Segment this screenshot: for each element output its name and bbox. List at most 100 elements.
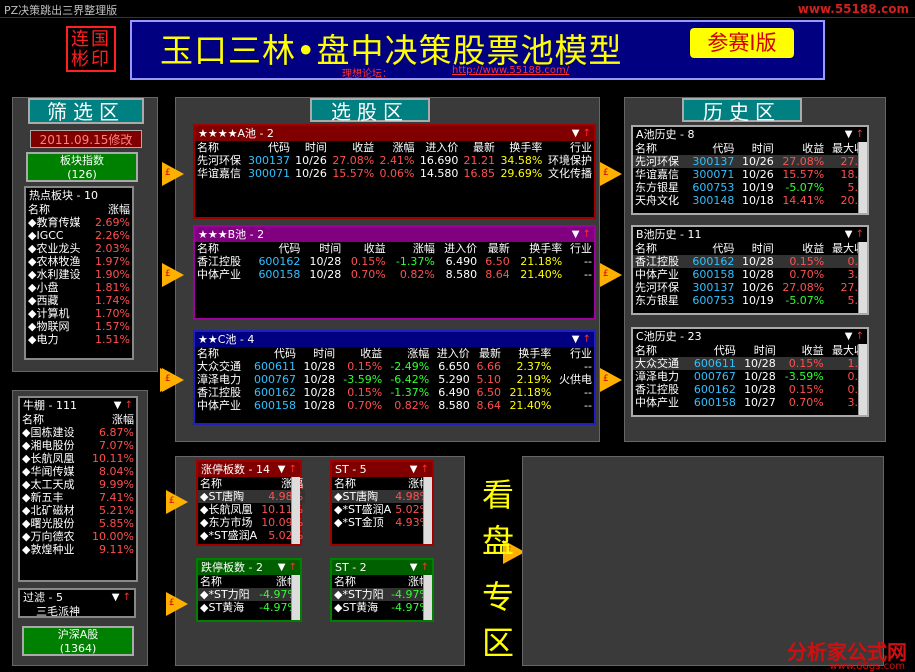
table-row[interactable]: ◆*ST力阳 -4.97% — [198, 588, 300, 601]
table-row[interactable]: 漳泽电力 000767 10/28 -3.59% 0.6 — [633, 370, 867, 383]
window-controls[interactable]: ▼ ↑ — [114, 398, 133, 413]
scrollbar[interactable] — [423, 477, 432, 544]
list-item[interactable]: ◆曙光股份 5.85% — [20, 517, 136, 530]
window-controls[interactable]: ▼ ↑ — [410, 560, 429, 575]
list-item[interactable]: ◆计算机 1.70% — [26, 307, 132, 320]
table-row[interactable]: 中体产业 600158 10/28 0.70% 0.82% 8.580 8.64 21.40%… — [195, 268, 594, 281]
list-item[interactable]: ◆长航凤凰 10.11% — [20, 452, 136, 465]
table-row[interactable]: 先河环保 300137 10/26 27.08% 2.41% 16.690 21.21 34.… — [195, 154, 594, 167]
list-item[interactable]: ◆教育传媒 2.69% — [26, 216, 132, 229]
table-row[interactable]: 大众交通 600611 10/28 0.15% -2.49% 6.650 6.66 2.37%… — [195, 360, 594, 373]
scrollbar[interactable] — [291, 575, 300, 620]
scrollbar[interactable] — [858, 142, 867, 213]
window-controls[interactable]: ▼ ↑ — [572, 126, 591, 141]
list-item[interactable]: ◆电力 1.51% — [26, 333, 132, 346]
cell: ◆*ST力阳 — [200, 588, 250, 601]
cell: 14.41% — [782, 194, 825, 207]
window-controls[interactable]: ▼ ↑ — [845, 329, 864, 344]
mini-header: ST - 2 ▼ ↑ — [332, 560, 432, 575]
window-controls[interactable]: ▼ ↑ — [410, 462, 429, 477]
table-row[interactable]: 中体产业 600158 10/28 0.70% 3.3 — [633, 268, 867, 281]
list-item[interactable]: ◆西藏 1.74% — [26, 294, 132, 307]
block-index-button[interactable]: 板块指数 (126) — [26, 152, 138, 182]
table-row[interactable]: 大众交通 600611 10/28 0.15% 1.5 — [633, 357, 867, 370]
cell: 先河环保 — [635, 281, 679, 294]
window-controls[interactable]: ▼ ↑ — [572, 227, 591, 242]
hs-a-share-button[interactable]: 沪深A股 (1364) — [22, 626, 134, 656]
scrollbar[interactable] — [291, 477, 300, 544]
window-controls[interactable]: ▼ ↑ — [112, 590, 131, 605]
filter-value[interactable]: 三毛派神 — [20, 605, 134, 618]
mini-window: ST - 5 ▼ ↑ 名称 涨幅 ◆ST唐陶 4.98% ◆*ST盛润A 5.02% ◆*ST金… — [330, 460, 434, 546]
table-row[interactable]: ◆ST黄海 -4.97% — [332, 601, 432, 614]
table-row[interactable]: ◆ST黄海 -4.97% — [198, 601, 300, 614]
list-item[interactable]: ◆敦煌种业 9.11% — [20, 543, 136, 556]
header-banner: 玉口三林•盘中决策股票池模型 参赛I版 理想论坛： http://www.551… — [130, 20, 825, 80]
table-row[interactable]: 华谊嘉信 300071 10/26 15.57% 18.4 — [633, 168, 867, 181]
table-row[interactable]: 香江控股 600162 10/28 0.15% -1.37% 6.490 6.50 21.18… — [195, 255, 594, 268]
col-change: 涨幅 — [112, 413, 134, 426]
cell: 600158 — [693, 396, 736, 409]
table-row[interactable]: ◆ST唐陶 4.98% — [198, 490, 306, 503]
list-item[interactable]: ◆北矿磁材 5.21% — [20, 504, 136, 517]
list-item[interactable]: ◆太工天成 9.99% — [20, 478, 136, 491]
list-item[interactable]: ◆新五丰 7.41% — [20, 491, 136, 504]
cell: 先河环保 — [197, 154, 241, 167]
table-row[interactable]: ◆长航凤凰 10.11% — [198, 503, 305, 516]
list-item[interactable]: ◆农林牧渔 1.97% — [26, 255, 132, 268]
window-controls[interactable]: ▼ ↑ — [572, 332, 591, 347]
scrollbar[interactable] — [858, 344, 867, 415]
list-item[interactable]: ◆水利建设 1.90% — [26, 268, 132, 281]
table-row[interactable]: 香江控股 600162 10/28 0.15% 0.6 — [633, 383, 867, 396]
filter-title: 过滤 - 5 — [23, 591, 63, 604]
window-controls[interactable]: ▼ ↑ — [845, 227, 864, 242]
cell: 6.66 — [476, 360, 502, 373]
table-row[interactable]: 东方银星 600753 10/19 -5.07% 5.1 — [633, 294, 867, 307]
scrollbar[interactable] — [858, 242, 867, 313]
table-row[interactable]: 中体产业 600158 10/27 0.70% 3.1 — [633, 396, 867, 409]
list-item[interactable]: ◆国栋建设 6.87% — [20, 426, 136, 439]
table-row[interactable]: 先河环保 300137 10/26 27.08% 27.3 — [633, 281, 867, 294]
table-row[interactable]: ◆*ST金顶 4.93% — [332, 516, 432, 529]
stock-name: ◆教育传媒 — [28, 216, 81, 229]
table-row[interactable]: 漳泽电力 000767 10/28 -3.59% -6.42% 5.290 5.10 2.19… — [195, 373, 594, 386]
cell: 16.85 — [463, 167, 495, 180]
cell: 0.70% — [350, 268, 386, 281]
pool-header: ★★★B池 - 2 ▼ ↑ — [195, 227, 594, 242]
table-row[interactable]: ◆ST唐陶 4.98% — [332, 490, 433, 503]
watch-panel — [522, 456, 884, 666]
table-row[interactable]: 香江控股 600162 10/28 0.15% 0.6 — [633, 255, 867, 268]
cell: -1.37% — [390, 386, 430, 399]
table-row[interactable]: ◆*ST盛润A 5.02% — [332, 503, 432, 516]
window-controls[interactable]: ▼ ↑ — [278, 462, 297, 477]
table-row[interactable]: ◆*ST盛润A 5.02% — [198, 529, 305, 542]
list-item[interactable]: ◆农业龙头 2.03% — [26, 242, 132, 255]
table-row[interactable]: 香江控股 600162 10/28 0.15% -1.37% 6.490 6.50 21.18… — [195, 386, 594, 399]
stock-name: ◆小盘 — [28, 281, 59, 294]
forum-link[interactable]: http://www.55188.com/ — [452, 65, 569, 76]
table-row[interactable]: ◆东方市场 10.09% — [198, 516, 305, 529]
cell: 10/28 — [742, 268, 774, 281]
col-header: 代码 — [278, 242, 301, 255]
cell: ◆*ST金顶 — [334, 516, 384, 529]
col-header: 收益 — [802, 142, 825, 155]
list-item[interactable]: ◆物联网 1.57% — [26, 320, 132, 333]
list-item[interactable]: ◆IGCC 2.26% — [26, 229, 132, 242]
table-row[interactable]: 先河环保 300137 10/26 27.08% 27.3 — [633, 155, 867, 168]
table-row[interactable]: 华谊嘉信 300071 10/26 15.57% 0.06% 14.580 16.85 29.… — [195, 167, 594, 180]
table-row[interactable]: ◆*ST力阳 -4.97% — [332, 588, 432, 601]
hist-window: B池历史 - 11 ▼ ↑ 名称 代码 时间 收益 最大收 香江控股 600162 10/28 0.… — [631, 225, 869, 315]
scrollbar[interactable] — [423, 575, 432, 620]
table-row[interactable]: 东方银星 600753 10/19 -5.07% 5.1 — [633, 181, 867, 194]
list-item[interactable]: ◆华闻传媒 8.04% — [20, 465, 136, 478]
table-row[interactable]: 天舟文化 300148 10/18 14.41% 20.6 — [633, 194, 867, 207]
cell: 29.69% — [500, 167, 543, 180]
window-controls[interactable]: ▼ ↑ — [278, 560, 297, 575]
list-item[interactable]: ◆万向德农 10.00% — [20, 530, 136, 543]
list-item[interactable]: ◆小盘 1.81% — [26, 281, 132, 294]
table-row[interactable]: 中体产业 600158 10/28 0.70% 0.82% 8.580 8.64 21.40%… — [195, 399, 594, 412]
window-controls[interactable]: ▼ ↑ — [845, 127, 864, 142]
col-header: 涨幅 — [407, 347, 430, 360]
cell: 10/28 — [309, 255, 342, 268]
list-item[interactable]: ◆湘电股份 7.07% — [20, 439, 136, 452]
